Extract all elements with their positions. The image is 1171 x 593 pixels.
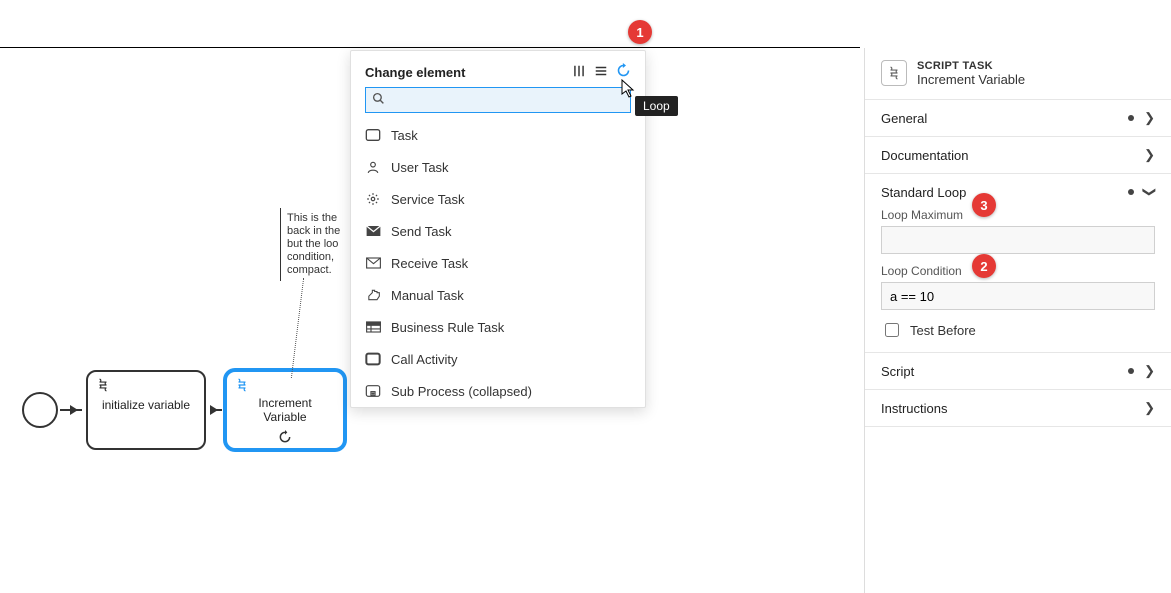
menu-label: User Task (391, 160, 449, 175)
menu-label: Sub Process (collapsed) (391, 384, 532, 399)
section-script[interactable]: Script ❯ (865, 353, 1171, 390)
menu-label: Call Activity (391, 352, 457, 367)
script-task-icon (881, 60, 907, 86)
sequence-flow (60, 409, 82, 411)
callout-1: 1 (628, 20, 652, 44)
section-label: Script (881, 364, 914, 379)
start-event[interactable] (22, 392, 58, 428)
section-label: Documentation (881, 148, 968, 163)
hand-icon (365, 288, 381, 302)
loop-marker-icon (227, 430, 343, 449)
menu-item-business-rule-task[interactable]: Business Rule Task (351, 311, 643, 343)
sequential-list-icon[interactable] (594, 64, 608, 81)
chevron-down-icon: ❯ (1142, 187, 1158, 198)
change-element-popup: Change element Task User Tas (350, 50, 646, 408)
menu-label: Receive Task (391, 256, 468, 271)
callout-2: 2 (972, 254, 996, 278)
task-initialize-variable[interactable]: initialize variable (86, 370, 206, 450)
menu-item-receive-task[interactable]: Receive Task (351, 247, 643, 279)
menu-item-send-task[interactable]: Send Task (351, 215, 643, 247)
menu-item-user-task[interactable]: User Task (351, 151, 643, 183)
properties-panel: SCRIPT TASK Increment Variable General ❯… (864, 48, 1171, 593)
menu-label: Task (391, 128, 418, 143)
menu-label: Business Rule Task (391, 320, 504, 335)
section-documentation[interactable]: Documentation ❯ (865, 137, 1171, 174)
task-label: Increment Variable (227, 396, 343, 424)
has-content-dot-icon (1128, 115, 1134, 121)
element-name: Increment Variable (917, 72, 1025, 87)
loop-maximum-label: Loop Maximum (881, 208, 1155, 222)
has-content-dot-icon (1128, 368, 1134, 374)
user-icon (365, 160, 381, 174)
chevron-right-icon: ❯ (1144, 400, 1155, 416)
popup-title: Change element (365, 65, 465, 80)
parallel-list-icon[interactable] (572, 64, 586, 81)
annotation-association (291, 278, 304, 378)
send-icon (365, 225, 381, 237)
section-instructions[interactable]: Instructions ❯ (865, 390, 1171, 427)
section-label: General (881, 111, 927, 126)
menu-label: Send Task (391, 224, 451, 239)
chevron-right-icon: ❯ (1144, 363, 1155, 379)
loop-maximum-input[interactable] (881, 226, 1155, 254)
menu-label: Service Task (391, 192, 464, 207)
task-label: initialize variable (88, 398, 204, 412)
menu-item-sub-process[interactable]: Sub Process (collapsed) (351, 375, 643, 407)
subprocess-icon (365, 384, 381, 398)
sequence-flow (210, 409, 222, 411)
task-icon (365, 128, 381, 142)
search-icon (366, 92, 391, 108)
test-before-checkbox[interactable] (885, 323, 899, 337)
tooltip: Loop (635, 96, 678, 116)
section-label: Instructions (881, 401, 947, 416)
menu-label: Manual Task (391, 288, 464, 303)
search-input-wrapper[interactable] (365, 87, 631, 113)
script-icon (235, 378, 249, 397)
menu-item-service-task[interactable]: Service Task (351, 183, 643, 215)
chevron-right-icon: ❯ (1144, 147, 1155, 163)
script-icon (96, 378, 110, 397)
menu-item-manual-task[interactable]: Manual Task (351, 279, 643, 311)
test-before-label: Test Before (910, 323, 976, 338)
menu-item-call-activity[interactable]: Call Activity (351, 343, 643, 375)
section-standard-loop[interactable]: Standard Loop ❯ (865, 174, 1171, 208)
element-type-list[interactable]: Task User Task Service Task Send Task Re… (351, 119, 645, 407)
callout-3: 3 (972, 193, 996, 217)
chevron-right-icon: ❯ (1144, 110, 1155, 126)
gear-icon (365, 192, 381, 206)
section-general[interactable]: General ❯ (865, 100, 1171, 137)
receive-icon (365, 257, 381, 269)
search-input[interactable] (391, 88, 630, 112)
loop-condition-label: Loop Condition (881, 264, 1155, 278)
task-increment-variable-selected[interactable]: Increment Variable (225, 370, 345, 450)
loop-condition-input[interactable] (881, 282, 1155, 310)
panel-header: SCRIPT TASK Increment Variable (865, 48, 1171, 100)
element-type: SCRIPT TASK (917, 60, 1025, 72)
menu-item-task[interactable]: Task (351, 119, 643, 151)
has-content-dot-icon (1128, 189, 1134, 195)
table-icon (365, 321, 381, 333)
text-annotation[interactable]: This is the back in the but the loo cond… (280, 208, 355, 281)
section-label: Standard Loop (881, 185, 966, 200)
call-activity-icon (365, 352, 381, 366)
